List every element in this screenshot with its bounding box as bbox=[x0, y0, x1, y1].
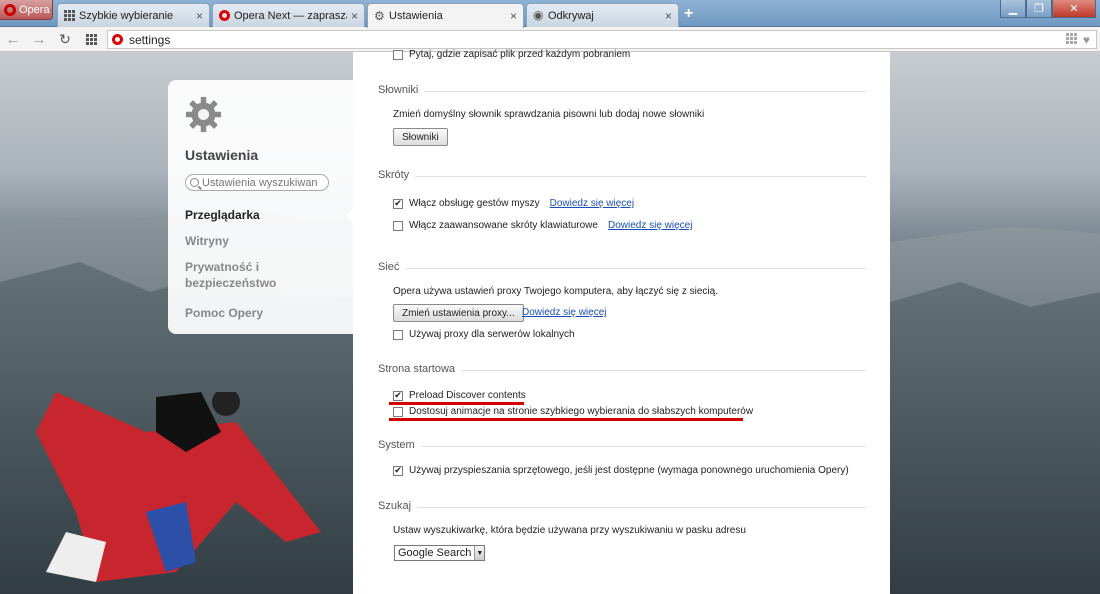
gear-icon: ⚙ bbox=[374, 8, 385, 23]
preload-discover-row: ✔ Preload Discover contents bbox=[393, 390, 526, 401]
settings-search-input[interactable] bbox=[202, 176, 327, 189]
tab-title: Ustawienia bbox=[389, 10, 443, 22]
section-search: Szukaj Ustaw wyszukiwarkę, która będzie … bbox=[378, 500, 866, 561]
speed-dial-animation-checkbox[interactable] bbox=[393, 406, 403, 417]
tab-speed-dial[interactable]: Szybkie wybieranie × bbox=[57, 3, 210, 27]
local-proxy-row: Używaj proxy dla serwerów lokalnych bbox=[393, 329, 575, 340]
search-engine-select[interactable]: Google Search ▼ bbox=[394, 545, 486, 561]
hardware-acceleration-row: ✔ Używaj przyspieszania sprzętowego, jeś… bbox=[393, 465, 849, 476]
hardware-acceleration-checkbox[interactable]: ✔ bbox=[393, 465, 403, 476]
local-proxy-label: Używaj proxy dla serwerów lokalnych bbox=[409, 329, 575, 340]
speed-dial-animation-row: Dostosuj animacje na stronie szybkiego w… bbox=[393, 406, 753, 417]
tab-close-icon[interactable]: × bbox=[196, 9, 203, 23]
red-underline-annotation bbox=[389, 402, 524, 405]
sidebar-item-help[interactable]: Pomoc Opery bbox=[185, 305, 335, 321]
settings-search bbox=[185, 174, 329, 191]
settings-gear-icon bbox=[185, 96, 222, 133]
opera-logo-icon bbox=[4, 3, 16, 16]
network-learn-more-link[interactable]: Dowiedz się więcej bbox=[522, 307, 606, 318]
section-title: Słowniki bbox=[378, 84, 866, 98]
keyboard-shortcuts-learn-more-link[interactable]: Dowiedz się więcej bbox=[608, 220, 692, 231]
network-learn-more-row: Dowiedz się więcej bbox=[522, 307, 606, 318]
ask-download-location-label: Pytaj, gdzie zapisać plik przed każdym p… bbox=[409, 49, 631, 60]
sidebar-item-websites[interactable]: Witryny bbox=[185, 233, 335, 249]
opera-logo-icon bbox=[112, 34, 123, 45]
section-title: Szukaj bbox=[378, 500, 866, 514]
network-description: Opera używa ustawień proxy Twojego kompu… bbox=[393, 286, 718, 297]
back-icon[interactable]: ← bbox=[0, 31, 26, 48]
tab-close-icon[interactable]: × bbox=[510, 9, 517, 23]
tab-title: Opera Next — zapraszamy bbox=[234, 9, 347, 22]
keyboard-shortcuts-label: Włącz zaawansowane skróty klawiaturowe bbox=[409, 220, 598, 231]
preload-discover-label: Preload Discover contents bbox=[409, 390, 526, 401]
speed-dial-animation-label: Dostosuj animacje na stronie szybkiego w… bbox=[409, 406, 754, 417]
dictionaries-description: Zmień domyślny słownik sprawdzania pisow… bbox=[393, 109, 705, 120]
close-window-icon[interactable]: ✕ bbox=[1052, 0, 1096, 18]
tab-close-icon[interactable]: × bbox=[351, 9, 358, 23]
tab-opera-next[interactable]: Opera Next — zapraszamy × bbox=[212, 3, 365, 27]
opera-logo-icon bbox=[219, 10, 230, 21]
search-icon bbox=[190, 178, 199, 187]
section-title: Skróty bbox=[378, 169, 866, 183]
speed-dial-button[interactable] bbox=[78, 33, 104, 45]
speed-dial-icon bbox=[64, 10, 75, 21]
eye-icon: ◉ bbox=[533, 8, 544, 22]
chevron-down-icon: ▼ bbox=[474, 546, 485, 560]
sidebar-item-browser[interactable]: Przeglądarka bbox=[185, 207, 335, 223]
address-text: settings bbox=[129, 32, 171, 47]
minimize-icon[interactable]: ▁ bbox=[1000, 0, 1026, 18]
heart-icon[interactable]: ♥ bbox=[1083, 33, 1090, 47]
section-dictionaries: Słowniki Zmień domyślny słownik sprawdza… bbox=[378, 84, 866, 146]
tab-discover[interactable]: ◉ Odkrywaj × bbox=[526, 3, 679, 27]
settings-sidebar: Ustawienia Przeglądarka Witryny Prywatno… bbox=[168, 80, 354, 334]
add-to-speed-dial-icon[interactable] bbox=[1065, 33, 1077, 44]
section-title: System bbox=[378, 439, 866, 453]
local-proxy-checkbox[interactable] bbox=[393, 329, 403, 340]
tab-title: Szybkie wybieranie bbox=[79, 9, 174, 22]
proxy-settings-button[interactable]: Zmień ustawienia proxy... bbox=[393, 304, 524, 322]
section-shortcuts: Skróty ✔ Włącz obsługę gestów myszy Dowi… bbox=[378, 169, 866, 231]
tab-title: Odkrywaj bbox=[548, 9, 594, 22]
forward-icon[interactable]: → bbox=[26, 31, 52, 48]
maximize-icon[interactable]: ❐ bbox=[1026, 0, 1052, 18]
new-tab-button[interactable]: + bbox=[684, 5, 693, 23]
section-system: System ✔ Używaj przyspieszania sprzętowe… bbox=[378, 439, 866, 476]
keyboard-shortcuts-checkbox[interactable] bbox=[393, 220, 403, 231]
section-network: Sieć Opera używa ustawień proxy Twojego … bbox=[378, 261, 866, 340]
sidebar-item-privacy[interactable]: Prywatność i bezpieczeństwo bbox=[185, 259, 295, 291]
ask-download-location-checkbox[interactable] bbox=[393, 49, 403, 60]
sidebar-nav: Przeglądarka Witryny Prywatność i bezpie… bbox=[185, 207, 335, 331]
section-startup: Strona startowa ✔ Preload Discover conte… bbox=[378, 363, 866, 417]
search-engine-value: Google Search bbox=[398, 547, 472, 559]
mouse-gestures-label: Włącz obsługę gestów myszy bbox=[409, 198, 540, 209]
section-title: Strona startowa bbox=[378, 363, 866, 377]
address-field[interactable]: settings ♥ bbox=[107, 30, 1097, 49]
section-title: Sieć bbox=[378, 261, 866, 275]
preload-discover-checkbox[interactable]: ✔ bbox=[393, 390, 403, 401]
tab-settings[interactable]: ⚙ Ustawienia × bbox=[367, 3, 524, 28]
dictionaries-button[interactable]: Słowniki bbox=[393, 128, 448, 146]
tab-strip: Opera Szybkie wybieranie × Opera Next — … bbox=[0, 0, 1100, 28]
ask-download-location-row: Pytaj, gdzie zapisać plik przed każdym p… bbox=[393, 49, 630, 60]
tab-close-icon[interactable]: × bbox=[665, 9, 672, 23]
opera-menu-label: Opera bbox=[19, 3, 50, 16]
wingsuit-flyer bbox=[36, 392, 321, 582]
hardware-acceleration-label: Używaj przyspieszania sprzętowego, jeśli… bbox=[409, 465, 849, 476]
red-underline-annotation bbox=[389, 418, 743, 421]
mouse-gestures-checkbox[interactable]: ✔ bbox=[393, 198, 403, 209]
opera-menu-button[interactable]: Opera bbox=[0, 0, 53, 20]
address-actions: ♥ bbox=[1065, 33, 1090, 47]
search-description: Ustaw wyszukiwarkę, która będzie używana… bbox=[393, 525, 746, 536]
mouse-gestures-learn-more-link[interactable]: Dowiedz się więcej bbox=[550, 198, 634, 209]
keyboard-shortcuts-row: Włącz zaawansowane skróty klawiaturowe D… bbox=[393, 220, 692, 231]
sidebar-title: Ustawienia bbox=[185, 147, 259, 163]
reload-icon[interactable]: ↻ bbox=[52, 31, 78, 48]
speed-dial-icon bbox=[85, 33, 97, 45]
settings-content: Pytaj, gdzie zapisać plik przed każdym p… bbox=[353, 49, 890, 594]
window-controls: ▁ ❐ ✕ bbox=[1000, 0, 1096, 18]
mouse-gestures-row: ✔ Włącz obsługę gestów myszy Dowiedz się… bbox=[393, 198, 634, 209]
